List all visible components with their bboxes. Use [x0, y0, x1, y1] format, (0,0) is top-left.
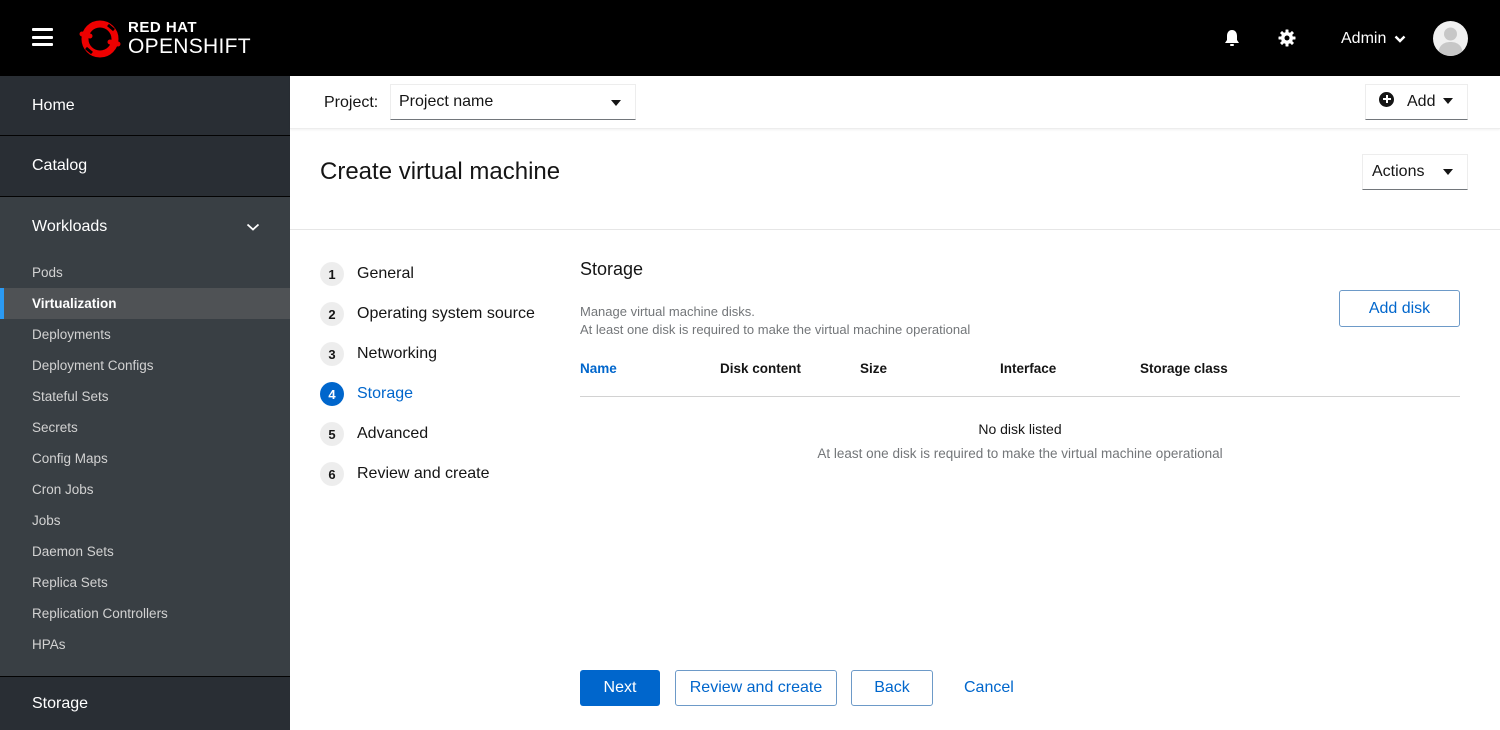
step-label: Advanced — [357, 425, 429, 442]
wizard-step-advanced[interactable]: 5 Advanced — [320, 414, 535, 454]
sidebar-item-home[interactable]: Home — [0, 76, 290, 136]
step-number: 2 — [320, 302, 344, 326]
step-label: General — [357, 265, 414, 282]
wizard-step-storage[interactable]: 4 Storage — [320, 374, 535, 414]
sidebar-item-virtualization[interactable]: Virtualization — [0, 288, 290, 319]
sidebar: Home Catalog Workloads Pods Virtualizati… — [0, 76, 290, 730]
empty-state-body: At least one disk is required to make th… — [817, 446, 1223, 461]
avatar-icon — [1438, 27, 1463, 56]
page-header: Create virtual machine Actions — [290, 130, 1500, 230]
column-header-disk-content[interactable]: Disk content — [720, 361, 801, 376]
step-label: Storage — [357, 385, 414, 402]
project-select[interactable]: Project name — [390, 84, 636, 120]
add-button-label: Add — [1407, 93, 1436, 110]
wizard-step-review[interactable]: 6 Review and create — [320, 454, 535, 494]
user-name: Admin — [1341, 30, 1387, 47]
chevron-down-icon — [1395, 35, 1406, 43]
add-button[interactable]: Add — [1365, 84, 1468, 120]
plus-circle-icon — [1379, 91, 1394, 107]
chevron-down-icon — [246, 223, 260, 231]
step-number: 5 — [320, 422, 344, 446]
step-number: 6 — [320, 462, 344, 486]
brand-text: RED HAT OPENSHIFT — [128, 20, 251, 57]
sidebar-item-config-maps[interactable]: Config Maps — [0, 443, 290, 474]
project-bar: Project: Project name Add — [290, 76, 1500, 129]
sidebar-item-deployments[interactable]: Deployments — [0, 319, 290, 350]
brand-line2: OPENSHIFT — [128, 34, 251, 58]
user-menu[interactable]: Admin — [1341, 30, 1406, 48]
sidebar-item-storage[interactable]: Storage — [0, 676, 290, 730]
hamburger-icon[interactable] — [32, 28, 53, 46]
wizard-footer: Next Review and create Back Cancel — [580, 670, 1014, 706]
disks-table-header: Name Disk content Size Interface Storage… — [580, 361, 1460, 397]
page-title: Create virtual machine — [320, 158, 561, 185]
description-line: At least one disk is required to make th… — [580, 322, 971, 337]
wizard-step-general[interactable]: 1 General — [320, 254, 535, 294]
add-disk-button[interactable]: Add disk — [1339, 290, 1460, 327]
actions-label: Actions — [1372, 163, 1425, 180]
sidebar-item-stateful-sets[interactable]: Stateful Sets — [0, 381, 290, 412]
empty-state-title: No disk listed — [978, 421, 1062, 437]
storage-panel: Storage Manage virtual machine disks. At… — [580, 256, 1460, 461]
sidebar-item-deployment-configs[interactable]: Deployment Configs — [0, 350, 290, 381]
sidebar-item-jobs[interactable]: Jobs — [0, 505, 290, 536]
sidebar-item-pods[interactable]: Pods — [0, 257, 290, 288]
sidebar-section-workloads: Workloads Pods Virtualization Deployment… — [0, 197, 290, 678]
actions-dropdown[interactable]: Actions — [1362, 154, 1468, 190]
sidebar-item-cron-jobs[interactable]: Cron Jobs — [0, 474, 290, 505]
brand-line1: RED HAT — [128, 18, 198, 36]
avatar[interactable] — [1433, 21, 1468, 56]
sidebar-item-hpas[interactable]: HPAs — [0, 629, 290, 660]
column-header-interface[interactable]: Interface — [1000, 361, 1056, 376]
step-number: 3 — [320, 342, 344, 366]
column-header-storage-class[interactable]: Storage class — [1140, 361, 1228, 376]
project-label: Project: — [324, 94, 379, 111]
wizard-step-os-source[interactable]: 2 Operating system source — [320, 294, 535, 334]
step-label: Networking — [357, 345, 438, 362]
sidebar-item-secrets[interactable]: Secrets — [0, 412, 290, 443]
sidebar-item-daemon-sets[interactable]: Daemon Sets — [0, 536, 290, 567]
empty-state: No disk listed At least one disk is requ… — [580, 421, 1460, 461]
next-button[interactable]: Next — [580, 670, 660, 706]
sidebar-item-replica-sets[interactable]: Replica Sets — [0, 567, 290, 598]
sidebar-item-replication-controllers[interactable]: Replication Controllers — [0, 598, 290, 629]
cancel-button[interactable]: Cancel — [964, 670, 1014, 706]
wizard-step-networking[interactable]: 3 Networking — [320, 334, 535, 374]
description-line: Manage virtual machine disks. — [580, 304, 755, 319]
caret-down-icon — [611, 100, 621, 106]
openshift-logo-icon — [79, 20, 121, 58]
step-number: 1 — [320, 262, 344, 286]
review-and-create-button[interactable]: Review and create — [675, 670, 837, 706]
bell-icon[interactable] — [1222, 28, 1242, 48]
column-header-size[interactable]: Size — [860, 361, 887, 376]
gear-icon[interactable] — [1277, 28, 1297, 48]
caret-down-icon — [1443, 169, 1453, 175]
step-label: Review and create — [357, 465, 490, 482]
masthead: RED HAT OPENSHIFT Admin — [0, 0, 1500, 76]
back-button[interactable]: Back — [851, 670, 933, 706]
wizard-steps: 1 General 2 Operating system source 3 Ne… — [320, 260, 535, 508]
step-label: Operating system source — [357, 305, 535, 322]
sidebar-item-catalog[interactable]: Catalog — [0, 136, 290, 197]
caret-down-icon — [1443, 98, 1453, 104]
sidebar-item-workloads[interactable]: Workloads — [0, 197, 290, 257]
brand-logo[interactable]: RED HAT OPENSHIFT — [78, 16, 251, 60]
project-select-value: Project name — [399, 93, 494, 110]
sidebar-item-label: Workloads — [32, 218, 108, 235]
column-header-name[interactable]: Name — [580, 361, 617, 376]
step-number: 4 — [320, 382, 344, 406]
section-description: Manage virtual machine disks. At least o… — [580, 303, 1460, 339]
section-title: Storage — [580, 259, 644, 279]
workloads-subnav: Pods Virtualization Deployments Deployme… — [0, 257, 290, 678]
